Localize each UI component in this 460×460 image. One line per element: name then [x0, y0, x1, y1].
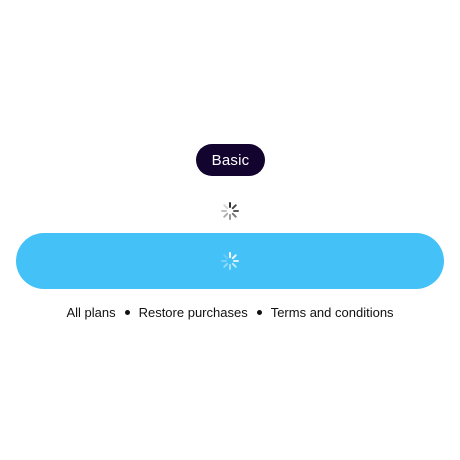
activity-spinner-icon [220, 201, 240, 221]
spinner-button-svg [221, 252, 239, 270]
all-plans-link[interactable]: All plans [66, 305, 115, 320]
separator-dot [256, 309, 262, 315]
purchase-button[interactable] [16, 233, 444, 289]
plan-name-badge: Basic [196, 144, 265, 176]
restore-purchases-link[interactable]: Restore purchases [139, 305, 248, 320]
spinner-top-svg [221, 202, 239, 220]
separator-dot [124, 309, 130, 315]
plan-name-label: Basic [211, 151, 250, 169]
footer-links: All plans Restore purchases Terms and co… [0, 302, 460, 322]
terms-and-conditions-link[interactable]: Terms and conditions [271, 305, 394, 320]
activity-spinner-icon [220, 251, 240, 271]
